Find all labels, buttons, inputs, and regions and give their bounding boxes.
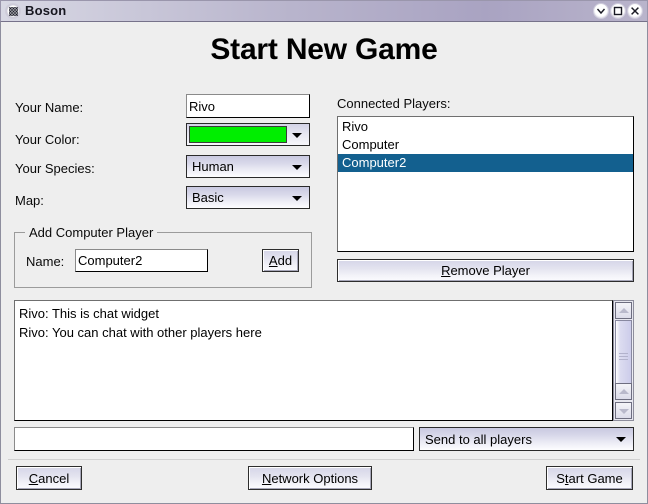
connected-players-list[interactable]: Rivo Computer Computer2 [337, 116, 634, 252]
map-value: Basic [192, 190, 224, 205]
color-swatch [189, 126, 287, 143]
start-game-pre: S [556, 470, 565, 486]
triangle-up-icon [618, 307, 629, 313]
window-titlebar[interactable]: Boson [0, 0, 648, 22]
your-color-label: Your Color: [15, 132, 80, 147]
add-button-accel: A [268, 253, 278, 268]
computer-name-label: Name: [26, 254, 65, 269]
add-button-rest: dd [277, 253, 293, 268]
scrollbar-track[interactable] [614, 320, 633, 392]
cancel-accel: C [28, 470, 39, 486]
your-color-combobox[interactable] [186, 123, 310, 146]
computer-name-input[interactable]: Computer2 [75, 249, 208, 272]
start-game-button[interactable]: Start Game [546, 466, 633, 490]
chat-target-value: Send to all players [425, 431, 532, 447]
chat-log[interactable]: Rivo: This is chat widget Rivo: You can c… [14, 300, 613, 421]
your-name-input[interactable]: Rivo [186, 94, 310, 118]
your-species-combobox[interactable]: Human [186, 155, 310, 178]
network-options-button[interactable]: Network Options [248, 466, 372, 490]
remove-player-label: Remove Player [441, 263, 530, 278]
triangle-down-icon [618, 408, 629, 414]
your-species-label: Your Species: [15, 161, 95, 176]
square-icon [613, 6, 623, 16]
chevron-down-icon [292, 195, 302, 201]
minimize-button[interactable] [593, 3, 609, 19]
your-name-label: Your Name: [15, 100, 84, 115]
connected-players-label: Connected Players: [337, 96, 451, 111]
add-button-label: Add [269, 253, 292, 268]
scroll-up-button[interactable] [615, 383, 632, 400]
cancel-label: Cancel [29, 471, 69, 486]
cancel-rest: ancel [38, 470, 70, 486]
add-computer-player-title: Add Computer Player [25, 225, 158, 240]
close-button[interactable] [627, 3, 643, 19]
close-x-icon [631, 7, 639, 15]
cancel-button[interactable]: Cancel [16, 466, 82, 490]
chevron-down-icon[interactable] [287, 126, 307, 143]
chat-message: Rivo: You can chat with other players he… [19, 325, 262, 340]
triangle-up-icon [618, 388, 629, 394]
add-button[interactable]: Add [262, 249, 299, 272]
page-title: Start New Game [210, 33, 438, 66]
window-controls [593, 3, 643, 19]
list-item[interactable]: Computer [338, 136, 633, 154]
your-species-value: Human [192, 159, 234, 174]
footer-divider [8, 459, 640, 460]
chevron-down-icon [616, 437, 626, 442]
chevron-down-icon [596, 8, 606, 15]
application-window: Boson Start New Game Your Name: Rivo You… [0, 0, 648, 504]
chat-target-combobox[interactable]: Send to all players [419, 427, 634, 451]
list-item[interactable]: Rivo [338, 118, 633, 136]
scroll-down-button[interactable] [615, 402, 632, 419]
map-combobox[interactable]: Basic [186, 186, 310, 209]
map-label: Map: [15, 193, 44, 208]
window-title: Boson [25, 3, 67, 18]
remove-player-rest: emove Player [450, 263, 530, 278]
start-game-post: art Game [568, 470, 623, 486]
chevron-down-icon [292, 164, 302, 170]
chat-message: Rivo: This is chat widget [19, 306, 159, 321]
start-game-label: Start Game [556, 471, 622, 486]
app-dots-icon [5, 3, 21, 19]
network-options-accel: N [261, 470, 272, 486]
scroll-up-button-top[interactable] [615, 302, 632, 319]
maximize-button[interactable] [610, 3, 626, 19]
scrollbar-thumb[interactable] [615, 320, 632, 392]
list-item[interactable]: Computer2 [338, 154, 633, 172]
chat-scrollbar[interactable] [613, 300, 634, 421]
network-options-rest: etwork Options [271, 470, 359, 486]
network-options-label: Network Options [262, 471, 358, 486]
remove-player-button[interactable]: Remove Player [337, 259, 634, 282]
chat-input[interactable] [14, 427, 414, 451]
